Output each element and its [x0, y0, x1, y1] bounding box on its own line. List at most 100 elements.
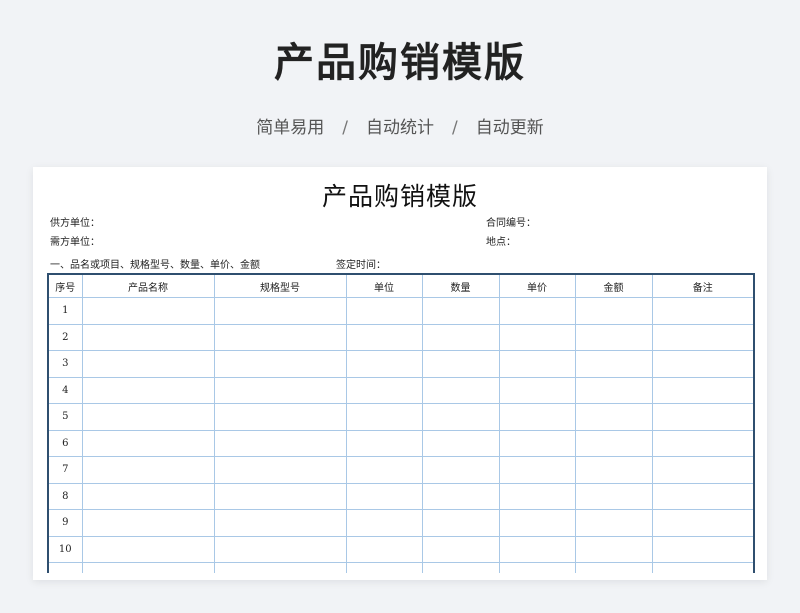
- table-cell[interactable]: [81, 509, 215, 537]
- table-cell: [81, 562, 215, 573]
- table-cell[interactable]: [498, 297, 576, 325]
- table-header-row: 序号 产品名称 规格型号 单位 数量 单价 金额 备注: [47, 273, 755, 298]
- table-cell[interactable]: [213, 429, 347, 457]
- table-cell[interactable]: [651, 482, 755, 510]
- table-cell[interactable]: [498, 403, 576, 431]
- table-row: 7: [47, 456, 755, 484]
- column-header: 数量: [421, 273, 500, 298]
- table-cell[interactable]: [651, 350, 755, 378]
- table-cell[interactable]: [498, 456, 576, 484]
- column-header: 产品名称: [81, 273, 215, 298]
- table-cell[interactable]: [213, 323, 347, 351]
- feature-auto-update: 自动更新: [475, 118, 544, 138]
- table-cell[interactable]: [651, 535, 755, 563]
- table-cell[interactable]: [651, 323, 755, 351]
- table-cell[interactable]: [421, 429, 500, 457]
- table-row: 8: [47, 482, 755, 510]
- table-cell[interactable]: [345, 456, 423, 484]
- table-cell[interactable]: [651, 456, 755, 484]
- table-cell[interactable]: [498, 323, 576, 351]
- table-cell[interactable]: [421, 403, 500, 431]
- table-cell[interactable]: [651, 403, 755, 431]
- table-cell[interactable]: [213, 376, 347, 404]
- table-cell: [47, 562, 83, 573]
- table-cell[interactable]: [421, 482, 500, 510]
- table-cell[interactable]: [81, 429, 215, 457]
- table-cell: [498, 562, 576, 573]
- table-cell[interactable]: [81, 323, 215, 351]
- table-cell[interactable]: [345, 376, 423, 404]
- table-cell[interactable]: [81, 376, 215, 404]
- table-cell[interactable]: [213, 535, 347, 563]
- table-cell[interactable]: [345, 482, 423, 510]
- table-cell[interactable]: [345, 297, 423, 325]
- row-number-cell: 9: [47, 509, 83, 537]
- table-cell[interactable]: [81, 456, 215, 484]
- table-cell[interactable]: [498, 376, 576, 404]
- table-cell[interactable]: [81, 482, 215, 510]
- table-cell[interactable]: [574, 350, 653, 378]
- table-cell[interactable]: [81, 297, 215, 325]
- table-cell[interactable]: [651, 297, 755, 325]
- table-cell[interactable]: [345, 350, 423, 378]
- table-cell[interactable]: [81, 403, 215, 431]
- table-cell[interactable]: [81, 350, 215, 378]
- document-title: 产品购销模版: [321, 182, 478, 211]
- table-cell[interactable]: [81, 535, 215, 563]
- column-header: 规格型号: [213, 273, 347, 298]
- feature-auto-stats: 自动统计: [366, 118, 434, 138]
- column-header: 备注: [651, 273, 755, 298]
- table-cell[interactable]: [213, 482, 347, 510]
- table-cell[interactable]: [421, 350, 500, 378]
- table-cell[interactable]: [213, 456, 347, 484]
- table-cell[interactable]: [574, 482, 653, 510]
- table-cell[interactable]: [498, 350, 576, 378]
- row-number-cell: 1: [47, 297, 83, 325]
- table-cell[interactable]: [574, 376, 653, 404]
- table-row: 9: [47, 509, 755, 537]
- feature-easy: 简单易用: [256, 118, 325, 138]
- document-sheet: 产品购销模版 供方单位： 合同编号： 需方单位： 地点： 一、品名或项目、规格型…: [33, 167, 767, 580]
- table-row: 3: [47, 350, 755, 378]
- table-cell[interactable]: [421, 297, 500, 325]
- hero-subtitle: 简单易用 / 自动统计 / 自动更新: [0, 113, 800, 138]
- table-cell[interactable]: [213, 297, 347, 325]
- table-cell[interactable]: [213, 403, 347, 431]
- table-cell[interactable]: [498, 429, 576, 457]
- table-cell[interactable]: [574, 509, 653, 537]
- column-header: 单价: [498, 273, 576, 298]
- table-cell[interactable]: [345, 323, 423, 351]
- table-cell[interactable]: [421, 535, 500, 563]
- table-row: 2: [47, 323, 755, 351]
- table-cell[interactable]: [421, 456, 500, 484]
- table-row: 6: [47, 429, 755, 457]
- table-cell[interactable]: [345, 403, 423, 431]
- table-cell[interactable]: [421, 376, 500, 404]
- table-row-partial: [47, 562, 755, 573]
- table-cell[interactable]: [213, 509, 347, 537]
- table-cell: [345, 562, 423, 573]
- row-number-cell: 5: [47, 403, 83, 431]
- table-cell[interactable]: [421, 509, 500, 537]
- table-row: 1: [47, 297, 755, 325]
- table-cell[interactable]: [574, 403, 653, 431]
- contract-no-label: 合同编号：: [486, 218, 536, 229]
- table-cell[interactable]: [651, 376, 755, 404]
- feature-separator: /: [342, 118, 348, 138]
- table-cell[interactable]: [498, 509, 576, 537]
- table-cell[interactable]: [345, 535, 423, 563]
- table-cell[interactable]: [574, 323, 653, 351]
- table-cell[interactable]: [574, 535, 653, 563]
- table-cell[interactable]: [421, 323, 500, 351]
- table-cell[interactable]: [345, 509, 423, 537]
- table-cell: [213, 562, 347, 573]
- table-cell[interactable]: [574, 456, 653, 484]
- table-cell[interactable]: [574, 297, 653, 325]
- table-cell[interactable]: [574, 429, 653, 457]
- table-cell[interactable]: [498, 535, 576, 563]
- table-cell[interactable]: [651, 429, 755, 457]
- table-cell[interactable]: [345, 429, 423, 457]
- table-cell[interactable]: [213, 350, 347, 378]
- table-cell[interactable]: [651, 509, 755, 537]
- table-cell[interactable]: [498, 482, 576, 510]
